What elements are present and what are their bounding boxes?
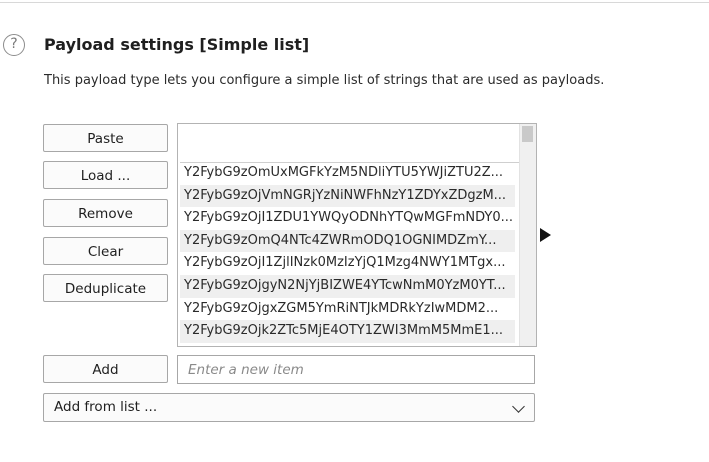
remove-button[interactable]: Remove (43, 199, 168, 227)
list-item[interactable]: Y2FybG9zOmUxMGFkYzM5NDliYTU5YWJiZTU2Z... (180, 162, 515, 185)
add-from-list-dropdown[interactable]: Add from list ... (43, 393, 535, 422)
list-scrollbar[interactable] (519, 124, 536, 346)
list-item[interactable]: Y2FybG9zOjI1ZjlINzk0MzIzYjQ1Mzg4NWY1MTgx… (180, 252, 515, 275)
question-circle-icon[interactable]: ? (3, 34, 25, 56)
payload-list[interactable]: Y2FybG9zOmUxMGFkYzM5NDliYTU5YWJiZTU2Z...… (177, 123, 537, 347)
deduplicate-button[interactable]: Deduplicate (43, 274, 168, 302)
section-title: Payload settings [Simple list] (44, 35, 310, 54)
paste-button[interactable]: Paste (43, 124, 168, 152)
triangle-right-icon[interactable] (540, 228, 551, 242)
chevron-down-icon (512, 400, 525, 413)
new-item-input[interactable] (177, 355, 535, 384)
list-item[interactable]: Y2FybG9zOjI1ZDU1YWQyODNhYTQwMGFmNDY0... (180, 207, 515, 230)
list-item[interactable]: Y2FybG9zOjVmNGRjYzNiNWFhNzY1ZDYxZDgzM... (180, 184, 515, 208)
list-rows: Y2FybG9zOmUxMGFkYzM5NDliYTU5YWJiZTU2Z...… (180, 162, 519, 343)
load-button[interactable]: Load ... (43, 161, 168, 189)
list-item[interactable]: Y2FybG9zOjgyN2NjYjBIZWE4YTcwNmM0YzM0YT..… (180, 274, 515, 298)
list-edit-cell[interactable] (180, 126, 519, 163)
section-description: This payload type lets you configure a s… (44, 73, 605, 88)
clear-button[interactable]: Clear (43, 237, 168, 265)
add-from-list-label: Add from list ... (54, 399, 158, 415)
list-item[interactable]: Y2FybG9zOjgxZGM5YmRiNTJkMDRkYzIwMDM2... (180, 298, 515, 321)
list-scrollbar-thumb[interactable] (522, 126, 533, 142)
add-button[interactable]: Add (43, 355, 168, 383)
list-item[interactable]: Y2FybG9zOmQ4NTc4ZWRmODQ1OGNIMDZmY... (180, 229, 515, 253)
list-item[interactable]: Y2FybG9zOjk2ZTc5MjE4OTY1ZWI3MmM5MmE1... (180, 320, 515, 343)
top-divider (0, 2, 709, 3)
